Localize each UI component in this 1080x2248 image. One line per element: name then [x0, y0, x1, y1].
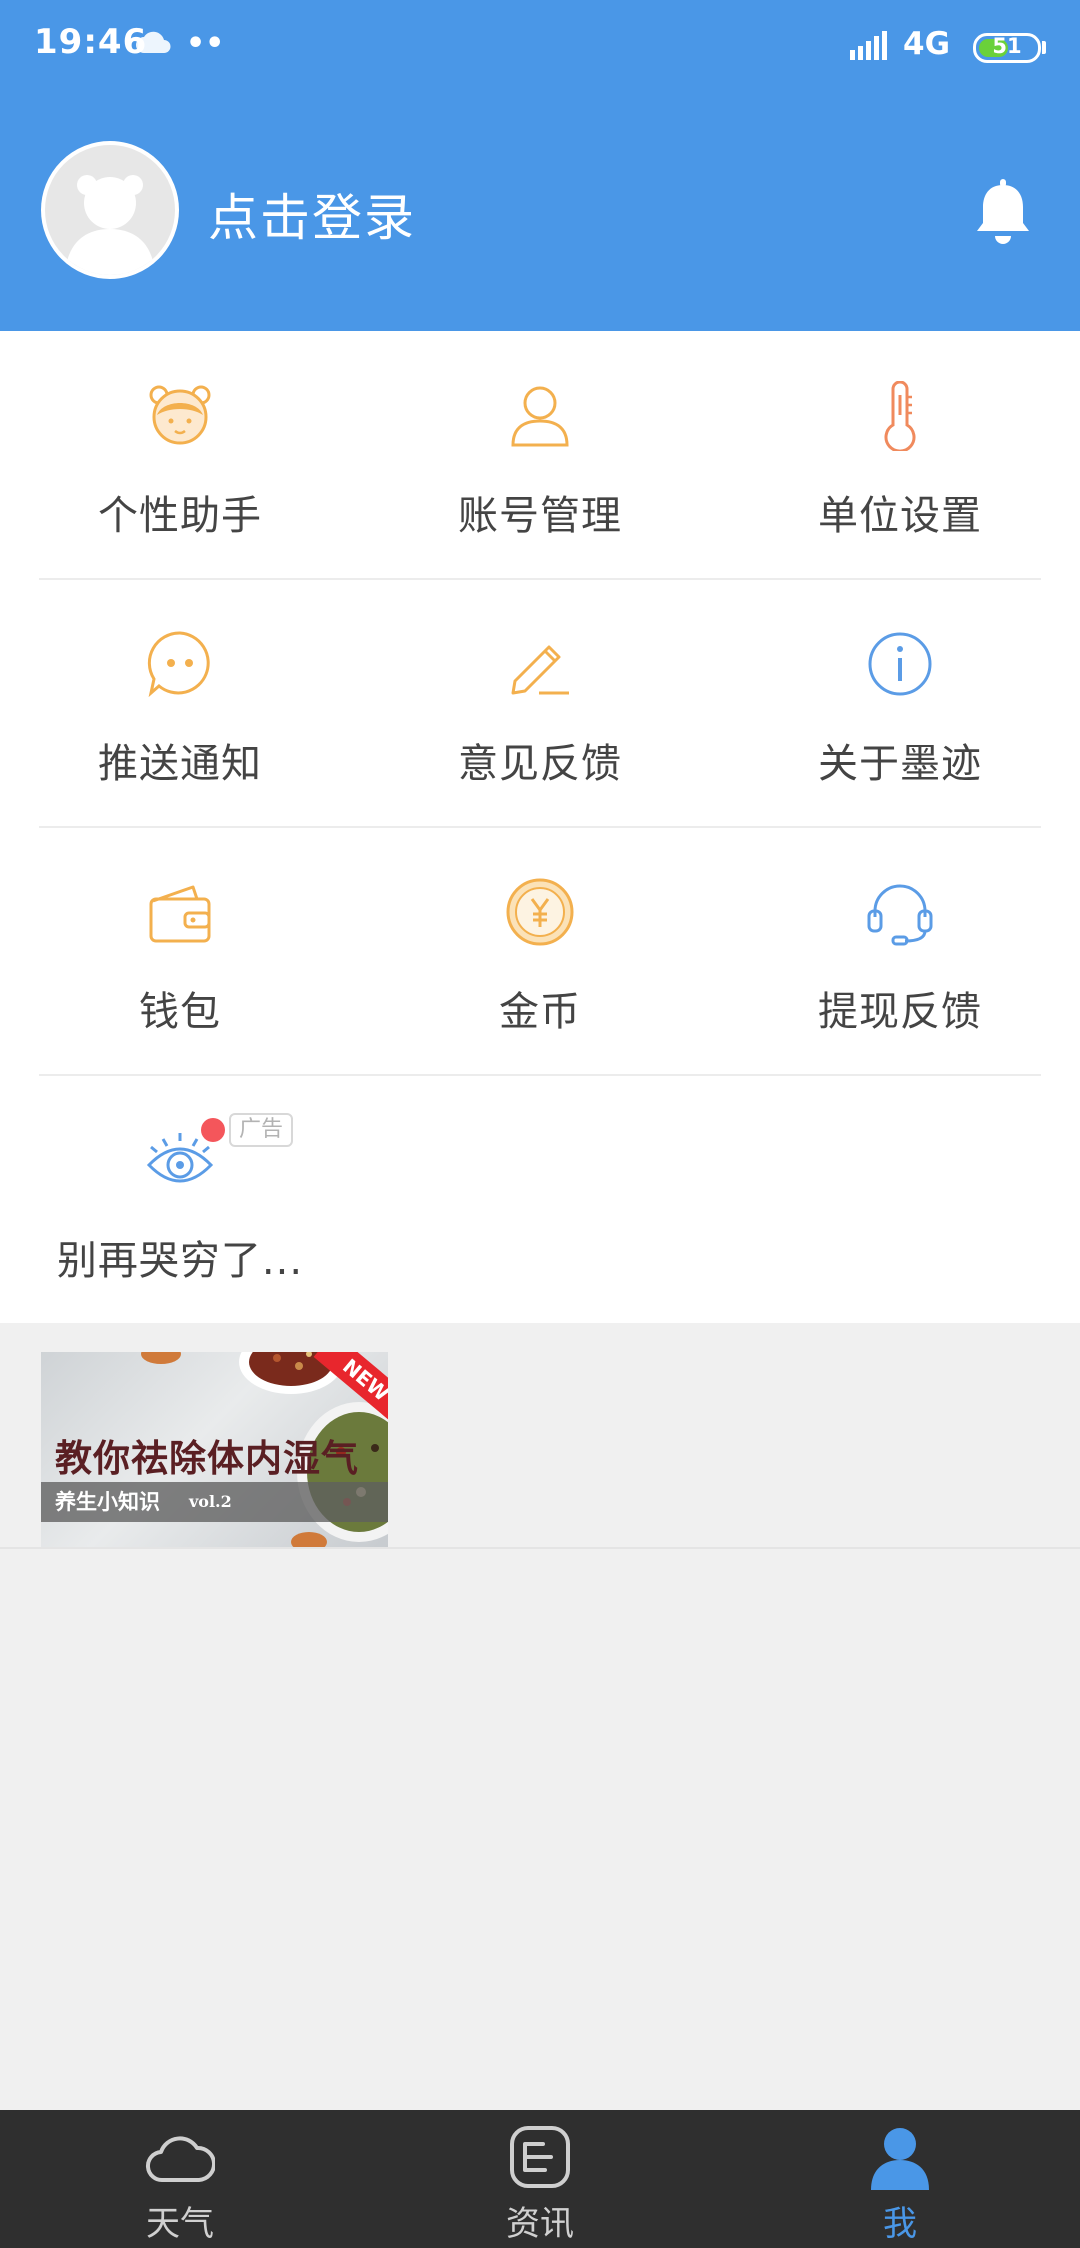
menu-item-push[interactable]: 推送通知: [0, 579, 360, 827]
assistant-icon: [149, 385, 211, 445]
menu-row: 钱包 金币 提现反馈: [0, 827, 1080, 1075]
nav-label: 我: [883, 2204, 917, 2244]
bell-icon[interactable]: [973, 177, 1033, 247]
banner-version: vol.2: [189, 1492, 232, 1511]
battery-icon: 51: [973, 33, 1041, 63]
nav-tab-me[interactable]: 我: [720, 2110, 1080, 2248]
menu-item-wallet[interactable]: 钱包: [0, 827, 360, 1075]
divider: [0, 1547, 1080, 1549]
status-bar: 19:46 •• 4G 51: [0, 0, 1080, 95]
menu-grid: 个性助手 账号管理 单位设置 推送通知 意见反馈 关于墨迹 钱包 金币 提现反馈: [0, 331, 1080, 1323]
headset-icon: [867, 884, 933, 946]
cloud-icon: [145, 2136, 215, 2183]
login-link[interactable]: 点击登录: [208, 178, 416, 250]
default-avatar-icon: [65, 175, 155, 275]
profile-icon: [871, 2128, 929, 2190]
nav-tab-news[interactable]: 资讯: [360, 2110, 720, 2248]
promo-banner[interactable]: NEW 教你祛除体内湿气 养生小知识 vol.2: [41, 1352, 388, 1547]
banner-title: 教你祛除体内湿气: [55, 1436, 359, 1480]
menu-item-feedback[interactable]: 意见反馈: [360, 579, 720, 827]
banner-subtitle: 养生小知识: [55, 1489, 160, 1514]
coin-icon: [506, 878, 574, 946]
notification-dots-icon: ••: [186, 26, 225, 61]
news-icon: [510, 2126, 570, 2188]
bottom-nav: 天气 资讯 我: [0, 2110, 1080, 2248]
battery-level: 51: [992, 34, 1022, 58]
signal-icon: [850, 30, 894, 66]
weather-cloud-icon: [134, 31, 172, 59]
battery-nub: [1042, 41, 1046, 54]
menu-item-units[interactable]: 单位设置: [720, 331, 1080, 579]
avatar[interactable]: [41, 141, 179, 279]
menu-item-label: 关于墨迹: [818, 741, 982, 787]
wallet-icon: [149, 885, 211, 943]
menu-item-label: 意见反馈: [458, 741, 622, 787]
menu-item-label: 提现反馈: [818, 989, 982, 1035]
menu-item-account[interactable]: 账号管理: [360, 331, 720, 579]
thermometer-icon: [884, 381, 916, 451]
info-icon: [868, 632, 932, 696]
network-type: 4G: [903, 26, 951, 62]
menu-item-label: 单位设置: [818, 493, 982, 539]
nav-label: 天气: [146, 2204, 214, 2244]
menu-item-about[interactable]: 关于墨迹: [720, 579, 1080, 827]
menu-item-label: 钱包: [139, 989, 221, 1035]
menu-item-label: 个性助手: [98, 493, 262, 539]
menu-item-label: 金币: [499, 989, 581, 1035]
ad-badge: 广告: [229, 1113, 294, 1147]
menu-item-assistant[interactable]: 个性助手: [0, 331, 360, 579]
chat-bubble-icon: [147, 631, 210, 698]
nav-tab-weather[interactable]: 天气: [0, 2110, 360, 2248]
menu-row: 推送通知 意见反馈 关于墨迹: [0, 579, 1080, 827]
pencil-icon: [511, 645, 569, 695]
status-time: 19:46: [34, 22, 148, 62]
nav-label: 资讯: [506, 2204, 574, 2244]
account-icon: [511, 386, 569, 447]
menu-item-ad-label: 别再哭穷了...: [56, 1238, 304, 1284]
profile-header: 19:46 •• 4G 51 点击登录: [0, 0, 1080, 331]
menu-item-coins[interactable]: 金币: [360, 827, 720, 1075]
menu-item-label: 推送通知: [98, 741, 262, 787]
unread-dot: [201, 1118, 225, 1142]
menu-row: 个性助手 账号管理 单位设置: [0, 331, 1080, 579]
menu-item-label: 账号管理: [458, 493, 622, 539]
menu-item-withdraw-feedback[interactable]: 提现反馈: [720, 827, 1080, 1075]
